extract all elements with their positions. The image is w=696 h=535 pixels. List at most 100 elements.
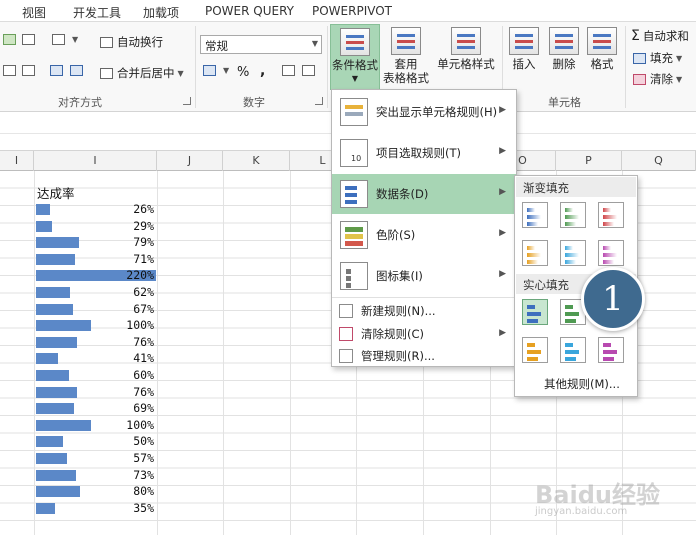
- menu-item-top-bottom-rules[interactable]: 项目选取规则(T) ▶: [332, 133, 516, 173]
- column-header[interactable]: J: [157, 151, 223, 171]
- swatch-bar: [527, 222, 538, 226]
- insert-button[interactable]: 插入: [505, 27, 543, 89]
- color-scales-icon: [340, 221, 368, 249]
- tab-addins[interactable]: 加载项: [143, 4, 179, 21]
- number-dialog-launcher[interactable]: [315, 97, 323, 105]
- data-bar: [36, 503, 55, 514]
- column-header[interactable]: I: [34, 151, 157, 171]
- gradient-orange-bar-option[interactable]: [522, 240, 548, 266]
- column-header[interactable]: K: [223, 151, 290, 171]
- solid-blue-bar-option[interactable]: [522, 299, 548, 325]
- alignment-dialog-launcher[interactable]: [183, 97, 191, 105]
- menu-item-highlight-rules[interactable]: 突出显示单元格规则(H) ▶: [332, 92, 516, 132]
- swatch-bar: [527, 215, 541, 219]
- menu-item-new-rule[interactable]: 新建规则(N)...: [332, 300, 516, 322]
- percent-cell[interactable]: 57%: [120, 451, 154, 465]
- percent-cell[interactable]: 79%: [120, 235, 154, 249]
- tab-power-query[interactable]: POWER QUERY: [205, 4, 294, 18]
- percent-cell[interactable]: 26%: [120, 202, 154, 216]
- solid-orange-bar-option[interactable]: [522, 337, 548, 363]
- menu-item-label: 数据条(D): [376, 187, 429, 201]
- cell-styles-icon: [451, 27, 481, 55]
- data-bar: [36, 254, 75, 265]
- currency-button[interactable]: ▼: [203, 65, 229, 76]
- align-bottom-button[interactable]: [22, 34, 39, 45]
- merge-center-button[interactable]: 合并后居中 ▼: [100, 65, 184, 81]
- orientation-button[interactable]: ▼: [52, 34, 78, 45]
- column-header[interactable]: Q: [622, 151, 696, 171]
- percent-cell[interactable]: 29%: [120, 219, 154, 233]
- percent-cell[interactable]: 62%: [120, 285, 154, 299]
- gradient-blue-bar-option[interactable]: [522, 202, 548, 228]
- decrease-indent-button[interactable]: [50, 65, 67, 76]
- decrease-indent-icon: [50, 65, 63, 76]
- align-right-button[interactable]: [22, 65, 39, 76]
- percent-cell[interactable]: 41%: [120, 351, 154, 365]
- increase-decimal-button[interactable]: [282, 65, 299, 76]
- percent-cell[interactable]: 220%: [120, 268, 154, 282]
- format-icon: [587, 27, 617, 55]
- column-title-cell[interactable]: 达成率: [37, 183, 75, 202]
- percent-cell[interactable]: 60%: [120, 368, 154, 382]
- data-bar: [36, 204, 50, 215]
- swatch-bar: [527, 357, 538, 361]
- gradient-red-bar-option[interactable]: [598, 202, 624, 228]
- increase-indent-button[interactable]: [70, 65, 87, 76]
- clear-button[interactable]: 清除 ▼: [633, 71, 682, 87]
- swatch-bar: [527, 208, 535, 212]
- menu-item-data-bars[interactable]: 数据条(D) ▶: [332, 174, 516, 214]
- autosum-button[interactable]: Σ 自动求和: [631, 28, 689, 44]
- comma-button[interactable]: ,: [260, 63, 265, 79]
- tab-developer[interactable]: 开发工具: [73, 4, 121, 21]
- percent-button[interactable]: %: [237, 65, 249, 80]
- percent-cell[interactable]: 80%: [120, 484, 154, 498]
- swatch-bar: [603, 253, 617, 257]
- delete-button[interactable]: 删除: [544, 27, 584, 89]
- menu-item-label: 突出显示单元格规则(H): [376, 105, 498, 119]
- tab-view[interactable]: 视图: [22, 4, 46, 21]
- number-format-select[interactable]: 常规 ▼: [200, 35, 322, 54]
- percent-cell[interactable]: 50%: [120, 434, 154, 448]
- column-header[interactable]: P: [556, 151, 622, 171]
- tab-powerpivot[interactable]: POWERPIVOT: [312, 4, 392, 18]
- percent-cell[interactable]: 67%: [120, 302, 154, 316]
- menu-item-manage-rules[interactable]: 管理规则(R)...: [332, 345, 516, 367]
- menu-item-label: 色阶(S): [376, 228, 416, 242]
- fill-down-icon: [633, 52, 646, 64]
- menu-item-color-scales[interactable]: 色阶(S) ▶: [332, 215, 516, 255]
- percent-cell[interactable]: 69%: [120, 401, 154, 415]
- wrap-text-button[interactable]: 自动换行: [100, 34, 163, 50]
- more-rules-link[interactable]: 其他规则(M)...: [544, 376, 620, 392]
- solid-purple-bar-option[interactable]: [598, 337, 624, 363]
- percent-cell[interactable]: 71%: [120, 252, 154, 266]
- cell-styles-button[interactable]: 单元格样式: [434, 27, 498, 89]
- data-bar: [36, 453, 67, 464]
- gradient-purple-bar-option[interactable]: [598, 240, 624, 266]
- data-bars-icon: [340, 180, 368, 208]
- format-as-table-button[interactable]: 套用 表格格式: [380, 27, 432, 89]
- menu-divider: [332, 297, 516, 298]
- swatch-bar: [565, 222, 576, 226]
- eraser-icon: [633, 73, 646, 85]
- fill-button[interactable]: 填充 ▼: [633, 50, 682, 66]
- gradient-lightblue-bar-option[interactable]: [560, 240, 586, 266]
- percent-cell[interactable]: 76%: [120, 335, 154, 349]
- align-middle-button[interactable]: [3, 34, 20, 45]
- align-left-button[interactable]: [3, 65, 20, 76]
- menu-item-clear-rules[interactable]: 清除规则(C) ▶: [332, 323, 516, 345]
- decrease-decimal-button[interactable]: [302, 65, 319, 76]
- menu-item-icon-sets[interactable]: 图标集(I) ▶: [332, 256, 516, 296]
- percent-cell[interactable]: 76%: [120, 385, 154, 399]
- percent-cell[interactable]: 35%: [120, 501, 154, 515]
- solid-lightblue-bar-option[interactable]: [560, 337, 586, 363]
- gradient-green-bar-option[interactable]: [560, 202, 586, 228]
- column-header[interactable]: I: [0, 151, 34, 171]
- percent-cell[interactable]: 73%: [120, 468, 154, 482]
- format-button[interactable]: 格式: [584, 27, 620, 89]
- conditional-formatting-button[interactable]: 条件格式 ▼: [330, 24, 380, 90]
- swatch-bar: [603, 246, 611, 250]
- group-divider: [625, 26, 626, 108]
- percent-cell[interactable]: 100%: [120, 418, 154, 432]
- step-callout-badge: 1: [581, 267, 645, 331]
- percent-cell[interactable]: 100%: [120, 318, 154, 332]
